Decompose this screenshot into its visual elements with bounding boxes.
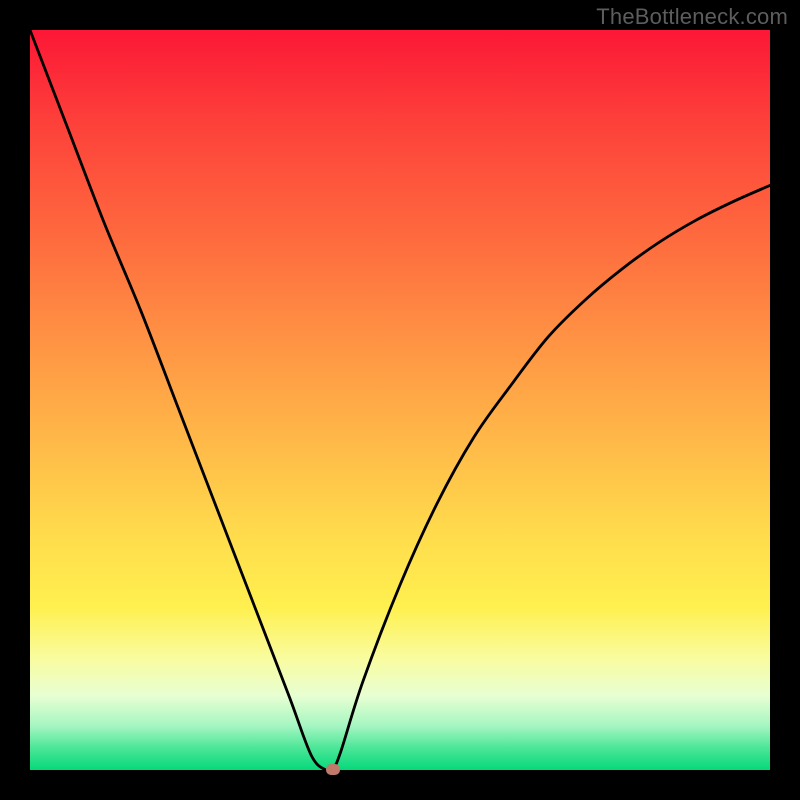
bottleneck-curve xyxy=(30,30,770,770)
optimum-marker xyxy=(326,764,340,775)
watermark-text: TheBottleneck.com xyxy=(596,4,788,30)
chart-frame: TheBottleneck.com xyxy=(0,0,800,800)
plot-area xyxy=(30,30,770,770)
